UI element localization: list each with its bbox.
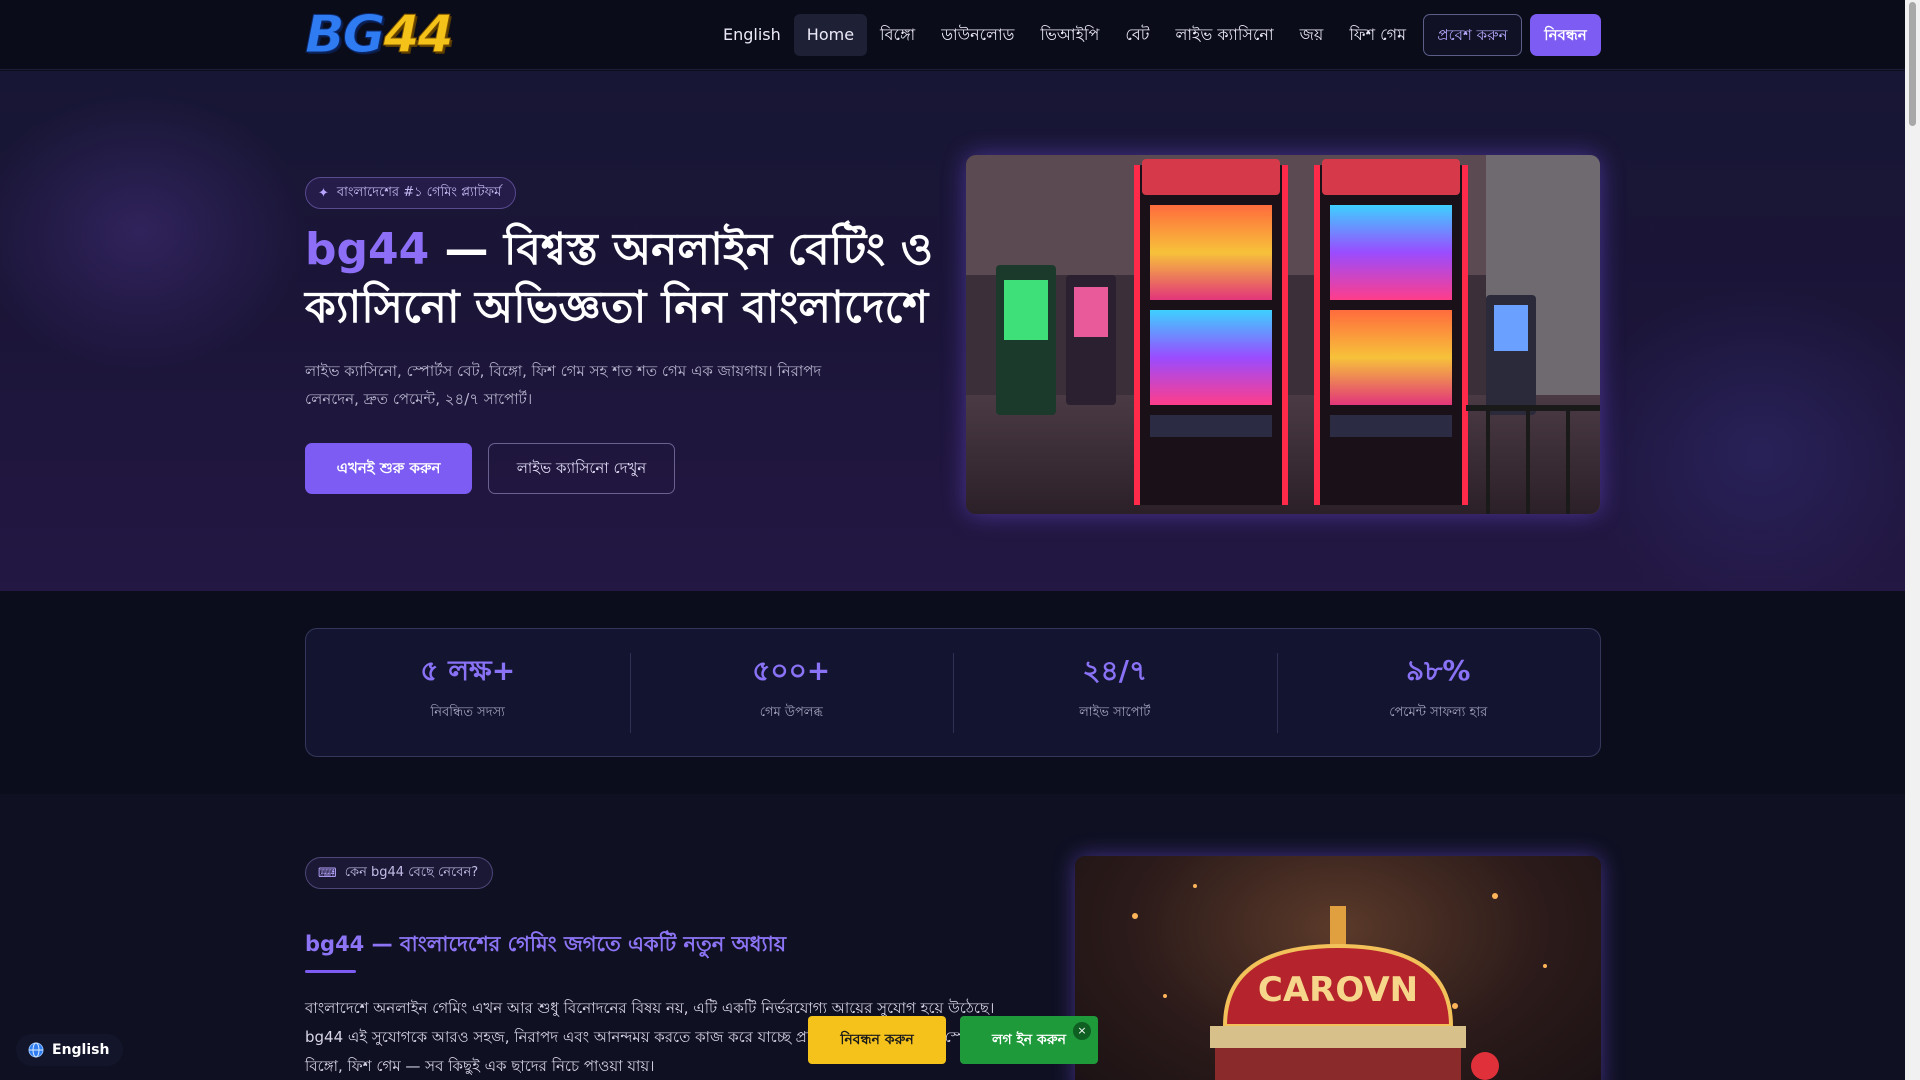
hero-badge: ✦ বাংলাদেশের #১ গেমিং প্ল্যাটফর্ম [305, 177, 517, 209]
nav-link-win[interactable]: জয় [1287, 14, 1337, 56]
nav-link-bet[interactable]: বেট [1112, 14, 1162, 56]
hero-title-brand: bg44 [305, 224, 430, 275]
why-title: bg44 — বাংলাদেশের গেমিং জগতে একটি নতুন অ… [305, 932, 787, 956]
why-badge-label: কেন bg44 বেছে নেবেন? [344, 864, 479, 880]
stat-label: গেম উপলব্ধ [759, 705, 823, 720]
top-navbar: BG44 English Home বিঙ্গো ডাউনলোড ভিআইপি … [0, 0, 1905, 70]
login-button[interactable]: প্রবেশ করুন [1423, 14, 1522, 56]
nav-link-english[interactable]: English [710, 14, 794, 56]
stat-value: ২৪/৭ [1082, 654, 1148, 687]
close-icon[interactable]: × [1073, 1022, 1091, 1040]
stat-value: ৫ লক্ষ+ [420, 654, 516, 687]
page-scrollbar[interactable] [1905, 0, 1920, 1080]
stats-section: ৫ লক্ষ+ নিবন্ধিত সদস্য ৫০০+ গেম উপলব্ধ ২… [0, 591, 1905, 794]
nav-links: English Home বিঙ্গো ডাউনলোড ভিআইপি বেট ল… [710, 14, 1419, 56]
language-switcher[interactable]: English [16, 1034, 124, 1066]
hero-description: লাইভ ক্যাসিনো, স্পোর্টস বেট, বিঙ্গো, ফিশ… [305, 362, 822, 408]
casino-sign-image: CAROVN [1075, 856, 1601, 1080]
hero-badge-label: বাংলাদেশের #১ গেমিং প্ল্যাটফর্ম [336, 184, 502, 200]
floating-register-button[interactable]: নিবন্ধন করুন [808, 1016, 946, 1064]
view-live-casino-button[interactable]: লাইভ ক্যাসিনো দেখুন [488, 443, 675, 494]
why-choose-section: ⌨ কেন bg44 বেছে নেবেন? bg44 — বাংলাদেশের… [0, 794, 1905, 1080]
casino-sign-illustration: CAROVN [1132, 884, 1547, 1080]
nav-link-download[interactable]: ডাউনলোড [928, 14, 1027, 56]
nav-link-home[interactable]: Home [793, 14, 868, 56]
hero-slot-machines-image [966, 155, 1600, 514]
register-button[interactable]: নিবন্ধন [1530, 14, 1601, 56]
start-now-button[interactable]: এখনই শুরু করুন [305, 443, 472, 494]
site-logo[interactable]: BG44 [304, 8, 454, 63]
slot-machines-illustration [966, 155, 1600, 514]
stat-support: ২৪/৭ লাইভ সাপোর্ট [953, 629, 1277, 756]
stat-label: পেমেন্ট সাফল্য হার [1389, 705, 1488, 720]
nav-link-bingo[interactable]: বিঙ্গো [867, 14, 928, 56]
scrollbar-thumb[interactable] [1909, 2, 1916, 126]
sparkle-icon: ✦ [318, 185, 329, 201]
stat-value: ৯৮% [1406, 654, 1471, 687]
casino-sign-text: CAROVN [1258, 970, 1418, 1010]
globe-icon [28, 1042, 44, 1058]
stat-games: ৫০০+ গেম উপলব্ধ [629, 629, 954, 756]
stats-panel: ৫ লক্ষ+ নিবন্ধিত সদস্য ৫০০+ গেম উপলব্ধ ২… [305, 628, 1601, 757]
hero-section: ✦ বাংলাদেশের #১ গেমিং প্ল্যাটফর্ম bg44 —… [0, 71, 1905, 591]
stat-label: লাইভ সাপোর্ট [1079, 705, 1151, 720]
stat-value: ৫০০+ [752, 654, 831, 687]
language-label: English [52, 1042, 110, 1058]
nav-link-vip[interactable]: ভিআইপি [1027, 14, 1112, 56]
why-badge: ⌨ কেন bg44 বেছে নেবেন? [305, 857, 494, 889]
title-underline [305, 970, 356, 973]
stat-label: নিবন্ধিত সদস্য [430, 705, 505, 720]
nav-link-fish-game[interactable]: ফিশ গেম [1336, 14, 1419, 56]
nav-link-live-casino[interactable]: লাইভ ক্যাসিনো [1162, 14, 1286, 56]
stat-members: ৫ লক্ষ+ নিবন্ধিত সদস্য [306, 629, 630, 756]
stat-payment-success: ৯৮% পেমেন্ট সাফল্য হার [1276, 629, 1601, 756]
gamepad-icon: ⌨ [318, 865, 337, 881]
hero-title: bg44 — বিশ্বস্ত অনলাইন বেটিং ও ক্যাসিনো … [305, 221, 945, 337]
